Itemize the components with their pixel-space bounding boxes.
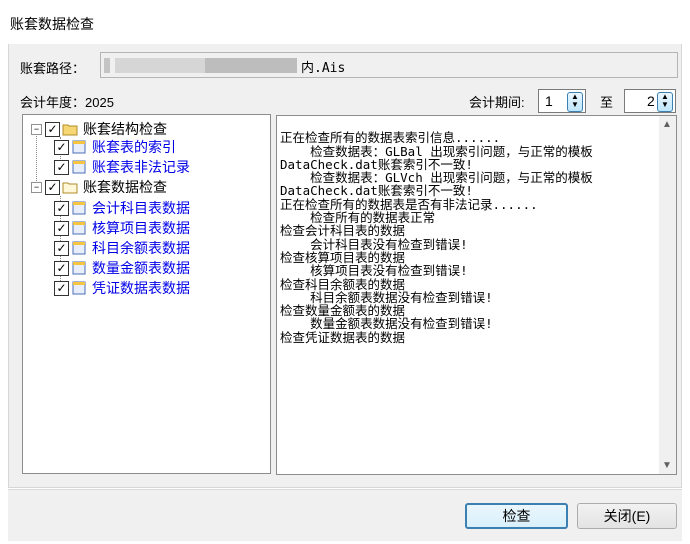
log-scrollbar[interactable]: ▲ ▼ (659, 116, 676, 474)
tree-item-label: 账套表的索引 (92, 139, 176, 155)
checkbox-checked-icon[interactable]: ✓ (54, 260, 69, 276)
spin-arrows-icon[interactable]: ▲ ▼ (657, 92, 673, 112)
checkbox-checked-icon[interactable]: ✓ (54, 220, 69, 236)
log-text: 正在检查所有的数据表索引信息...... 检查数据表：GLBal 出现索引问题，… (280, 118, 658, 371)
tree-item-accounting-items[interactable]: ✓ 核算项目表数据 (54, 219, 190, 237)
log-line: 检查会计科目表的数据 (280, 223, 406, 239)
period-to-label: 至 (600, 95, 614, 110)
checkbox-checked-icon[interactable]: ✓ (45, 179, 60, 195)
table-icon (72, 241, 86, 255)
tree-item-label: 账套表非法记录 (92, 159, 190, 175)
log-line: 检查数据表：GLBal 出现索引问题，与正常的模板 (280, 143, 593, 159)
table-icon (72, 221, 86, 235)
tree-item-label: 核算项目表数据 (92, 220, 190, 236)
tree-group-structure[interactable]: − ✓ 账套结构检查 (31, 120, 167, 138)
redacted-path-segment (104, 58, 110, 73)
tree-item-label: 会计科目表数据 (92, 200, 190, 216)
redacted-path-segment (205, 58, 297, 73)
folder-icon (62, 182, 78, 194)
checkbox-checked-icon[interactable]: ✓ (45, 121, 60, 137)
log-line: 检查所有的数据表正常 (280, 210, 436, 226)
table-icon (72, 140, 86, 154)
check-tree[interactable]: − ✓ 账套结构检查 ✓ 账套表的索引 ✓ 账套表非法记录 − ✓ 账套数据检查… (22, 114, 271, 474)
table-icon (72, 261, 86, 275)
period-label: 会计期间: (469, 95, 525, 110)
log-line: 正在检查所有的数据表是否有非法记录...... (280, 196, 538, 212)
log-line: 正在检查所有的数据表索引信息...... (280, 130, 501, 146)
checkbox-checked-icon[interactable]: ✓ (54, 280, 69, 296)
spin-arrows-icon[interactable]: ▲ ▼ (567, 92, 583, 112)
tree-item-index[interactable]: ✓ 账套表的索引 (54, 138, 176, 156)
expander-minus-icon[interactable]: − (31, 123, 42, 135)
checkbox-checked-icon[interactable]: ✓ (54, 159, 69, 175)
log-line: 数量金额表数据没有检查到错误! (280, 316, 493, 332)
path-value: 内.Ais (301, 61, 346, 76)
tree-item-quantity-amount[interactable]: ✓ 数量金额表数据 (54, 259, 190, 277)
fiscal-year-label: 会计年度：2025 (20, 95, 114, 110)
log-line: DataCheck.dat账套索引不一致! (280, 183, 473, 199)
path-field[interactable]: 内.Ais (100, 52, 678, 78)
log-line: 核算项目表没有检查到错误! (280, 263, 468, 279)
tree-group-label: 账套结构检查 (83, 121, 167, 137)
tree-item-accounts[interactable]: ✓ 会计科目表数据 (54, 199, 190, 217)
tree-item-vouchers[interactable]: ✓ 凭证数据表数据 (54, 279, 190, 297)
log-line: 检查核算项目表的数据 (280, 249, 406, 265)
table-icon (72, 160, 86, 174)
tree-item-label: 凭证数据表数据 (92, 280, 190, 296)
period-to-spinner[interactable]: 2 ▲ ▼ (624, 89, 676, 113)
tree-group-label: 账套数据检查 (83, 179, 167, 195)
expander-minus-icon[interactable]: − (31, 181, 42, 193)
checkbox-checked-icon[interactable]: ✓ (54, 200, 69, 216)
log-line: 检查数量金额表的数据 (280, 303, 406, 319)
table-icon (72, 201, 86, 215)
checkbox-checked-icon[interactable]: ✓ (54, 139, 69, 155)
period-from-spinner[interactable]: 1 ▲ ▼ (538, 89, 586, 113)
tree-item-label: 数量金额表数据 (92, 260, 190, 276)
log-line: 检查科目余额表的数据 (280, 276, 406, 292)
folder-icon (62, 124, 78, 136)
scroll-down-arrow-icon[interactable]: ▼ (662, 460, 672, 471)
period-to-value: 2 (647, 93, 655, 109)
close-button[interactable]: 关闭(E) (577, 503, 677, 529)
log-line: 会计科目表没有检查到错误! (280, 236, 468, 252)
checkbox-checked-icon[interactable]: ✓ (54, 240, 69, 256)
tree-item-label: 科目余额表数据 (92, 240, 190, 256)
tree-item-illegal-records[interactable]: ✓ 账套表非法记录 (54, 158, 190, 176)
log-line: 检查数据表：GLVch 出现索引问题，与正常的模板 (280, 170, 593, 186)
check-button[interactable]: 检查 (465, 503, 568, 529)
table-icon (72, 281, 86, 295)
window-title: 账套数据检查 (10, 16, 94, 32)
log-line: 科目余额表数据没有检查到错误! (280, 289, 493, 305)
tree-item-balances[interactable]: ✓ 科目余额表数据 (54, 239, 190, 257)
scroll-up-arrow-icon[interactable]: ▲ (662, 119, 672, 130)
log-line: DataCheck.dat账套索引不一致! (280, 156, 473, 172)
check-log[interactable]: 正在检查所有的数据表索引信息...... 检查数据表：GLBal 出现索引问题，… (276, 115, 677, 475)
tree-group-data[interactable]: − ✓ 账套数据检查 (31, 178, 167, 196)
path-label: 账套路径： (20, 61, 86, 76)
log-line: 检查凭证数据表的数据 (280, 329, 406, 345)
period-from-value: 1 (545, 93, 553, 109)
